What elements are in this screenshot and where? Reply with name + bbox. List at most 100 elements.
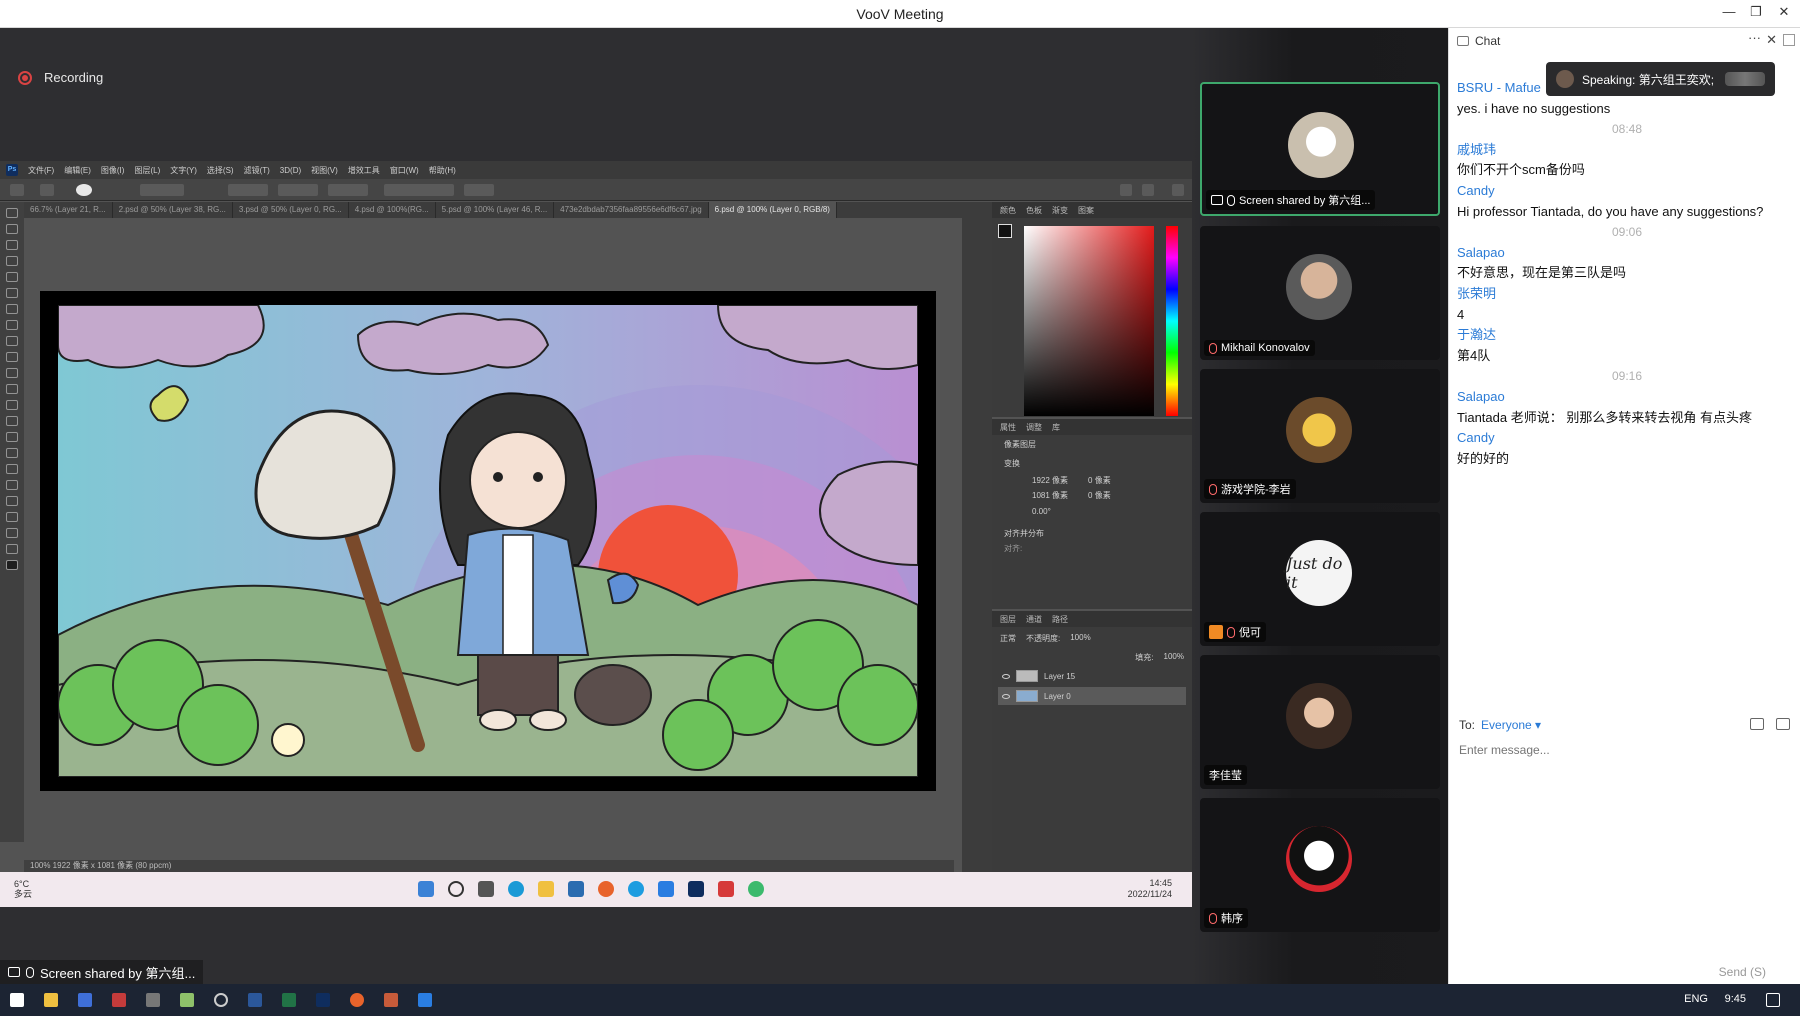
dodge-tool-icon[interactable] (6, 432, 18, 442)
excel-icon[interactable] (282, 993, 296, 1007)
photoshop-icon[interactable] (316, 993, 330, 1007)
screenshot-icon[interactable] (1776, 718, 1790, 730)
restore-button[interactable]: ❐ (1747, 4, 1765, 20)
blend-mode-select[interactable]: 正常 (1000, 633, 1016, 644)
voov-icon[interactable] (658, 881, 674, 897)
document-tab[interactable]: 3.psd @ 50% (Layer 0, RG... (233, 202, 349, 218)
browser-icon[interactable] (628, 881, 644, 897)
menu-item[interactable]: 图层(L) (134, 165, 160, 176)
healing-tool-icon[interactable] (6, 320, 18, 330)
hand-tool-icon[interactable] (6, 512, 18, 522)
lasso-tool-icon[interactable] (6, 240, 18, 250)
task-view-icon[interactable] (478, 881, 494, 897)
panel-tab[interactable]: 通道 (1026, 614, 1042, 624)
brush-icon[interactable] (40, 184, 54, 196)
send-button[interactable]: Send (S) (1713, 964, 1772, 980)
firefox-icon[interactable] (598, 881, 614, 897)
option-button[interactable] (228, 184, 268, 196)
app-icon[interactable] (384, 993, 398, 1007)
input-language[interactable]: ENG (1684, 993, 1708, 1005)
magic-wand-tool-icon[interactable] (6, 256, 18, 266)
option-button[interactable] (278, 184, 318, 196)
layer-row-selected[interactable]: Layer 0 (998, 687, 1186, 705)
move-tool-icon[interactable] (6, 208, 18, 218)
document-tab[interactable]: 2.psd @ 50% (Layer 38, RG... (113, 202, 233, 218)
y-field[interactable]: 0 像素 (1088, 490, 1111, 501)
minimize-button[interactable]: — (1720, 4, 1738, 19)
path-select-icon[interactable] (6, 480, 18, 490)
width-field[interactable]: 1922 像素 (1032, 475, 1068, 486)
menu-item[interactable]: 窗口(W) (390, 165, 419, 176)
panel-tab[interactable]: 调整 (1026, 422, 1042, 432)
color-field[interactable] (1024, 226, 1154, 416)
document-tab-active[interactable]: 6.psd @ 100% (Layer 0, RGB/8) (708, 202, 837, 218)
sidebar-toggle-icon[interactable] (1783, 34, 1795, 46)
wps-icon[interactable] (718, 881, 734, 897)
panel-tab[interactable]: 图案 (1078, 205, 1094, 215)
windows-start-icon[interactable] (10, 993, 24, 1007)
voov-icon[interactable] (418, 993, 432, 1007)
frame-tool-icon[interactable] (6, 288, 18, 298)
panel-tab[interactable]: 渐变 (1052, 205, 1068, 215)
menu-item[interactable]: 文字(Y) (170, 165, 197, 176)
workspace-icon[interactable] (1142, 184, 1154, 196)
document-canvas[interactable] (40, 291, 936, 791)
menu-item[interactable]: 编辑(E) (64, 165, 91, 176)
document-tab[interactable]: 66.7% (Layer 21, R... (24, 202, 113, 218)
eye-icon[interactable] (1002, 693, 1010, 699)
layer-row[interactable]: Layer 15 (998, 667, 1186, 685)
close-button[interactable]: ✕ (1775, 4, 1793, 20)
panel-tab[interactable]: 路径 (1052, 614, 1068, 624)
fill-value[interactable]: 100% (1164, 652, 1184, 663)
pen-tool-icon[interactable] (6, 448, 18, 458)
edge-icon[interactable] (508, 881, 524, 897)
close-icon[interactable]: ✕ (1766, 32, 1777, 48)
participant-tile[interactable]: 韩序 (1200, 798, 1440, 932)
chat-message-list[interactable]: BSRU - Mafue yes. i have no suggestions … (1457, 78, 1797, 469)
search-icon[interactable] (448, 881, 464, 897)
menu-item[interactable]: 视图(V) (311, 165, 338, 176)
participant-tile[interactable]: 李佳莹 (1200, 655, 1440, 789)
mode-select[interactable] (140, 184, 184, 196)
recipient-select[interactable]: Everyone ▾ (1481, 718, 1541, 732)
word-icon[interactable] (248, 993, 262, 1007)
menu-item[interactable]: 3D(D) (280, 166, 301, 175)
menu-item[interactable]: 增效工具 (348, 165, 380, 176)
panel-tab[interactable]: 颜色 (1000, 205, 1016, 215)
stamp-tool-icon[interactable] (6, 352, 18, 362)
app-icon[interactable] (78, 993, 92, 1007)
search-icon[interactable] (1120, 184, 1132, 196)
history-brush-icon[interactable] (6, 368, 18, 378)
home-icon[interactable] (10, 184, 24, 196)
eye-icon[interactable] (1002, 673, 1010, 679)
notification-icon[interactable] (1766, 993, 1780, 1007)
eraser-tool-icon[interactable] (6, 384, 18, 394)
menu-item[interactable]: 帮助(H) (429, 165, 456, 176)
participant-tile[interactable]: 游戏学院-李岩 (1200, 369, 1440, 503)
photoshop-icon[interactable] (688, 881, 704, 897)
panel-tab[interactable]: 图层 (1000, 614, 1016, 624)
crop-tool-icon[interactable] (6, 272, 18, 282)
gradient-tool-icon[interactable] (6, 400, 18, 410)
file-explorer-icon[interactable] (44, 993, 58, 1007)
participant-tile[interactable]: Just do it 倪可 (1200, 512, 1440, 646)
mail-icon[interactable] (568, 881, 584, 897)
share-icon[interactable] (1172, 184, 1184, 196)
shape-tool-icon[interactable] (6, 496, 18, 506)
menu-item[interactable]: 滤镜(T) (244, 165, 270, 176)
system-clock[interactable]: 9:45 (1725, 993, 1746, 1005)
panel-tab[interactable]: 色板 (1026, 205, 1042, 215)
foreground-color-swatch[interactable] (6, 560, 18, 570)
height-field[interactable]: 1081 像素 (1032, 490, 1068, 501)
participant-tile[interactable]: Mikhail Konovalov (1200, 226, 1440, 360)
app-icon[interactable] (112, 993, 126, 1007)
marquee-tool-icon[interactable] (6, 224, 18, 234)
app-icon[interactable] (748, 881, 764, 897)
document-tab[interactable]: 4.psd @ 100%(RG... (349, 202, 436, 218)
participant-tile[interactable]: Screen shared by 第六组... (1200, 82, 1440, 216)
x-field[interactable]: 0 像素 (1088, 475, 1111, 486)
option-checkbox[interactable] (384, 184, 454, 196)
weather-widget[interactable]: 6°C 多云 (14, 879, 32, 899)
menu-item[interactable]: 文件(F) (28, 165, 54, 176)
shared-screen[interactable]: Ps 文件(F) 编辑(E) 图像(I) 图层(L) 文字(Y) 选择(S) 滤… (0, 161, 1192, 907)
